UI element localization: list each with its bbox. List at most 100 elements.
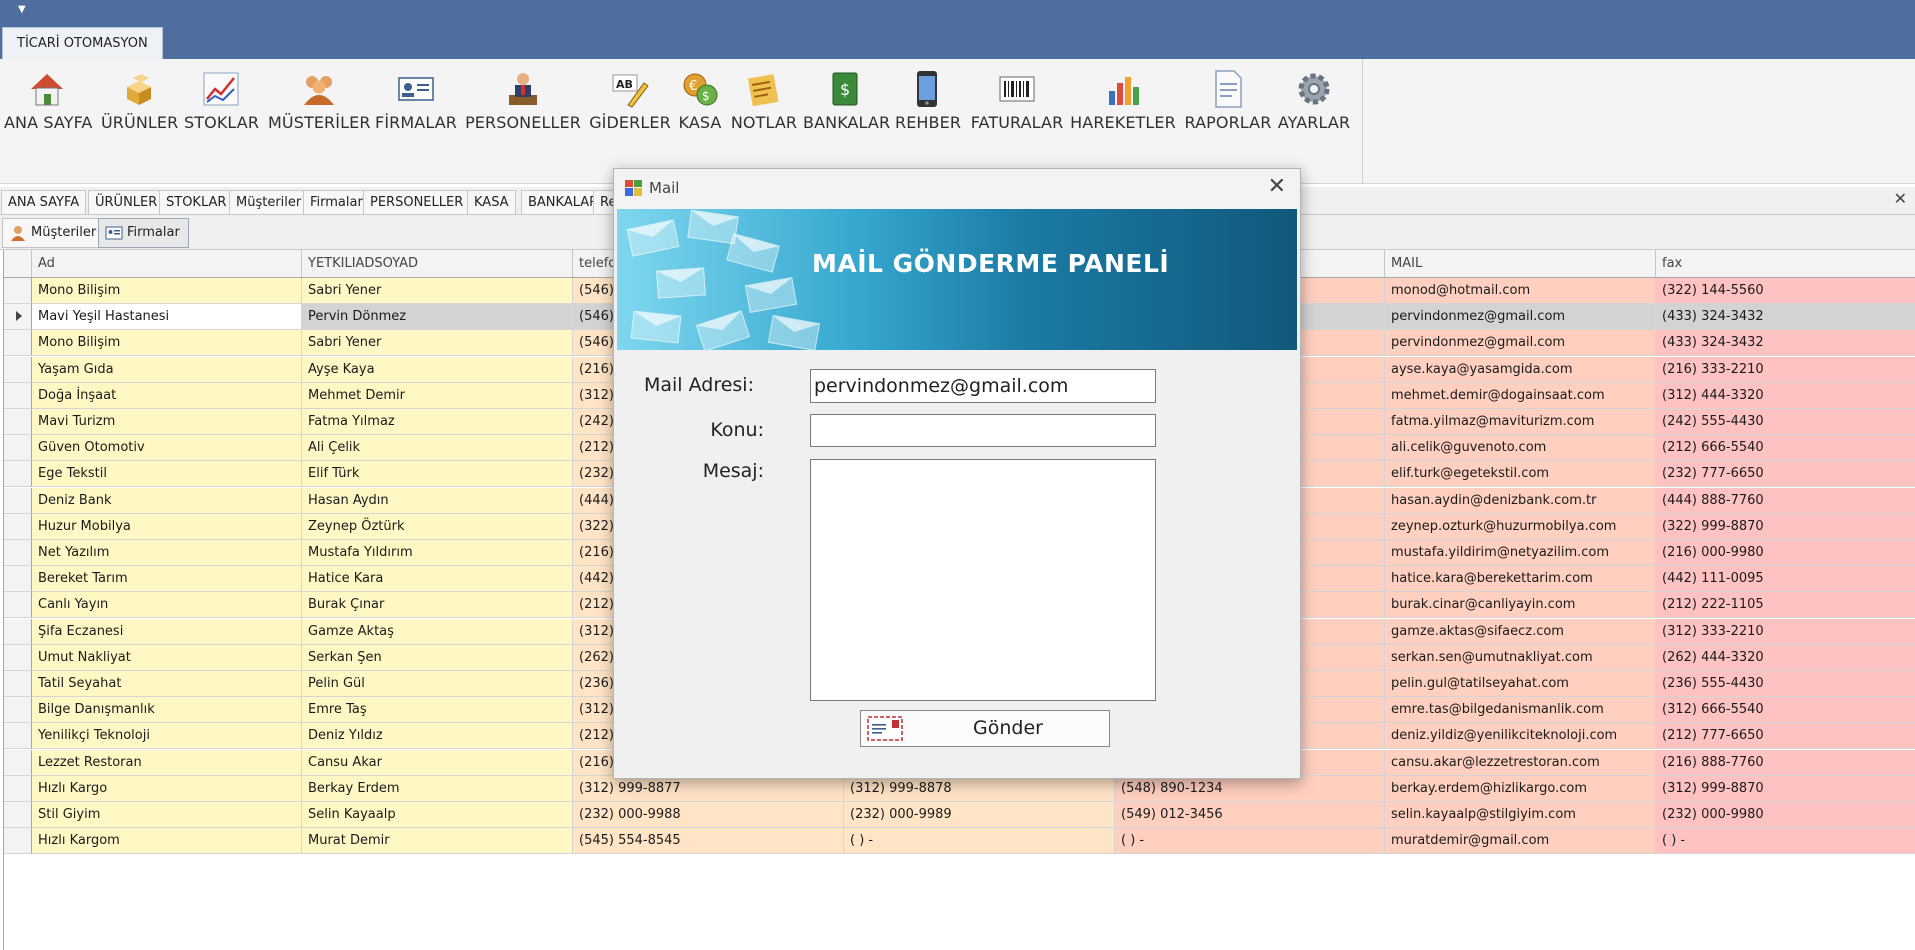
row-header[interactable] bbox=[4, 461, 32, 488]
row-header[interactable] bbox=[4, 513, 32, 540]
row-header[interactable] bbox=[4, 382, 32, 409]
row-header[interactable] bbox=[4, 278, 32, 304]
table-cell[interactable]: (232) 000-9989 bbox=[844, 802, 1115, 828]
table-cell[interactable]: pervindonmez@gmail.com bbox=[1385, 330, 1656, 357]
table-cell[interactable]: (322) 144-5560 bbox=[1656, 278, 1915, 304]
table-cell[interactable]: Burak Çınar bbox=[302, 592, 573, 619]
table-cell[interactable]: (216) 000-9980 bbox=[1656, 540, 1915, 566]
table-cell[interactable]: Net Yazılım bbox=[32, 540, 302, 566]
table-cell[interactable]: ( ) - bbox=[1115, 828, 1385, 855]
table-cell[interactable]: (232) 000-9988 bbox=[573, 802, 844, 828]
table-cell[interactable]: (312) 333-2210 bbox=[1656, 618, 1915, 645]
table-cell[interactable]: Pelin Gül bbox=[302, 671, 573, 697]
ribbon-button-10[interactable]: $ BANKALAR bbox=[803, 69, 890, 149]
table-cell[interactable]: Hatice Kara bbox=[302, 566, 573, 593]
column-header-7[interactable]: fax bbox=[1656, 250, 1915, 277]
send-button[interactable]: Gönder bbox=[860, 710, 1110, 747]
ribbon-button-3[interactable]: STOKLAR bbox=[184, 69, 259, 149]
table-cell[interactable]: (212) 777-6650 bbox=[1656, 723, 1915, 750]
table-cell[interactable]: (312) 999-8878 bbox=[844, 775, 1115, 802]
table-cell[interactable]: hatice.kara@berekettarim.com bbox=[1385, 566, 1656, 593]
column-header-2[interactable]: YETKILIADSOYAD bbox=[302, 250, 573, 277]
table-cell[interactable]: Deniz Bank bbox=[32, 487, 302, 514]
table-cell[interactable]: selin.kayaalp@stilgiyim.com bbox=[1385, 802, 1656, 828]
table-cell[interactable]: burak.cinar@canliyayin.com bbox=[1385, 592, 1656, 619]
ribbon-button-14[interactable]: RAPORLAR bbox=[1181, 69, 1275, 149]
table-cell[interactable]: (549) 012-3456 bbox=[1115, 802, 1385, 828]
table-cell[interactable]: Sabri Yener bbox=[302, 278, 573, 304]
ribbon-button-11[interactable]: REHBER bbox=[895, 69, 961, 149]
table-cell[interactable]: Gamze Aktaş bbox=[302, 618, 573, 645]
doc-tab-5[interactable]: Firmalar bbox=[303, 190, 370, 214]
table-cell[interactable]: gamze.aktas@sifaecz.com bbox=[1385, 618, 1656, 645]
row-header[interactable] bbox=[4, 618, 32, 645]
table-cell[interactable]: Mustafa Yıldırım bbox=[302, 540, 573, 566]
ribbon-button-13[interactable]: HAREKETLER bbox=[1070, 69, 1176, 149]
ribbon-button-4[interactable]: MÜSTERİLER bbox=[268, 69, 370, 149]
table-cell[interactable]: Umut Nakliyat bbox=[32, 644, 302, 671]
row-header[interactable] bbox=[4, 487, 32, 514]
table-cell[interactable]: elif.turk@egetekstil.com bbox=[1385, 461, 1656, 488]
table-cell[interactable]: Deniz Yıldız bbox=[302, 723, 573, 750]
table-cell[interactable]: Mehmet Demir bbox=[302, 382, 573, 409]
table-cell[interactable]: Emre Taş bbox=[302, 697, 573, 724]
row-header[interactable] bbox=[4, 775, 32, 802]
row-header[interactable] bbox=[4, 435, 32, 462]
close-document-icon[interactable]: ✕ bbox=[1894, 189, 1907, 208]
ribbon-button-8[interactable]: € $ KASA bbox=[678, 69, 722, 149]
table-cell[interactable]: Mavi Turizm bbox=[32, 409, 302, 435]
table-cell[interactable]: (312) 666-5540 bbox=[1656, 697, 1915, 724]
table-cell[interactable]: Huzur Mobilya bbox=[32, 513, 302, 540]
table-cell[interactable]: cansu.akar@lezzetrestoran.com bbox=[1385, 749, 1656, 776]
quick-access-dropdown-icon[interactable]: ▼ bbox=[18, 4, 26, 15]
mail-address-input[interactable] bbox=[810, 369, 1156, 403]
close-icon[interactable]: ✕ bbox=[1268, 174, 1286, 199]
table-cell[interactable]: ayse.kaya@yasamgida.com bbox=[1385, 356, 1656, 383]
subtab-musteriler[interactable]: Müşteriler bbox=[2, 218, 106, 248]
table-cell[interactable]: (548) 890-1234 bbox=[1115, 775, 1385, 802]
doc-tab-1[interactable]: ANA SAYFA bbox=[1, 190, 87, 214]
table-row[interactable]: Hızlı Kargom Murat Demir (545) 554-8545( )… bbox=[4, 828, 1915, 855]
table-cell[interactable]: (322) 999-8870 bbox=[1656, 513, 1915, 540]
table-cell[interactable]: pervindonmez@gmail.com bbox=[1385, 304, 1656, 331]
row-header[interactable] bbox=[4, 409, 32, 435]
table-cell[interactable]: Hızlı Kargom bbox=[32, 828, 302, 855]
table-cell[interactable]: Fatma Yılmaz bbox=[302, 409, 573, 435]
doc-tab-7[interactable]: KASA bbox=[467, 190, 516, 214]
table-cell[interactable]: Serkan Şen bbox=[302, 644, 573, 671]
ribbon-button-5[interactable]: FİRMALAR bbox=[375, 69, 457, 149]
table-cell[interactable]: Zeynep Öztürk bbox=[302, 513, 573, 540]
row-header[interactable] bbox=[4, 540, 32, 566]
table-cell[interactable]: ( ) - bbox=[1656, 828, 1915, 855]
table-cell[interactable]: Yenilikçi Teknoloji bbox=[32, 723, 302, 750]
doc-tab-6[interactable]: PERSONELLER bbox=[363, 190, 471, 214]
table-cell[interactable]: berkay.erdem@hizlikargo.com bbox=[1385, 775, 1656, 802]
table-cell[interactable]: Şifa Eczanesi bbox=[32, 618, 302, 645]
table-cell[interactable]: (545) 554-8545 bbox=[573, 828, 844, 855]
table-cell[interactable]: Cansu Akar bbox=[302, 749, 573, 776]
ribbon-button-2[interactable]: ÜRÜNLER bbox=[101, 69, 178, 149]
table-cell[interactable]: Berkay Erdem bbox=[302, 775, 573, 802]
subtab-firmalar[interactable]: Firmalar bbox=[98, 218, 189, 248]
table-cell[interactable]: ( ) - bbox=[844, 828, 1115, 855]
doc-tab-3[interactable]: STOKLAR bbox=[159, 190, 234, 214]
row-header[interactable] bbox=[4, 304, 32, 331]
table-row[interactable]: Hızlı Kargo Berkay Erdem (312) 999-8877 (31… bbox=[4, 775, 1915, 802]
table-cell[interactable]: monod@hotmail.com bbox=[1385, 278, 1656, 304]
table-cell[interactable]: hasan.aydin@denizbank.com.tr bbox=[1385, 487, 1656, 514]
table-cell[interactable]: (232) 000-9980 bbox=[1656, 802, 1915, 828]
table-cell[interactable]: mehmet.demir@dogainsaat.com bbox=[1385, 382, 1656, 409]
table-cell[interactable]: Murat Demir bbox=[302, 828, 573, 855]
row-header[interactable] bbox=[4, 749, 32, 776]
table-cell[interactable]: (312) 999-8870 bbox=[1656, 775, 1915, 802]
row-header[interactable] bbox=[4, 802, 32, 828]
row-header[interactable] bbox=[4, 566, 32, 593]
table-cell[interactable]: (433) 324-3432 bbox=[1656, 304, 1915, 331]
table-cell[interactable]: (216) 888-7760 bbox=[1656, 749, 1915, 776]
row-header[interactable] bbox=[4, 723, 32, 750]
table-cell[interactable]: Bilge Danışmanlık bbox=[32, 697, 302, 724]
ribbon-button-12[interactable]: FATURALAR bbox=[969, 69, 1065, 149]
row-header[interactable] bbox=[4, 592, 32, 619]
row-header[interactable] bbox=[4, 644, 32, 671]
table-cell[interactable]: Elif Türk bbox=[302, 461, 573, 488]
